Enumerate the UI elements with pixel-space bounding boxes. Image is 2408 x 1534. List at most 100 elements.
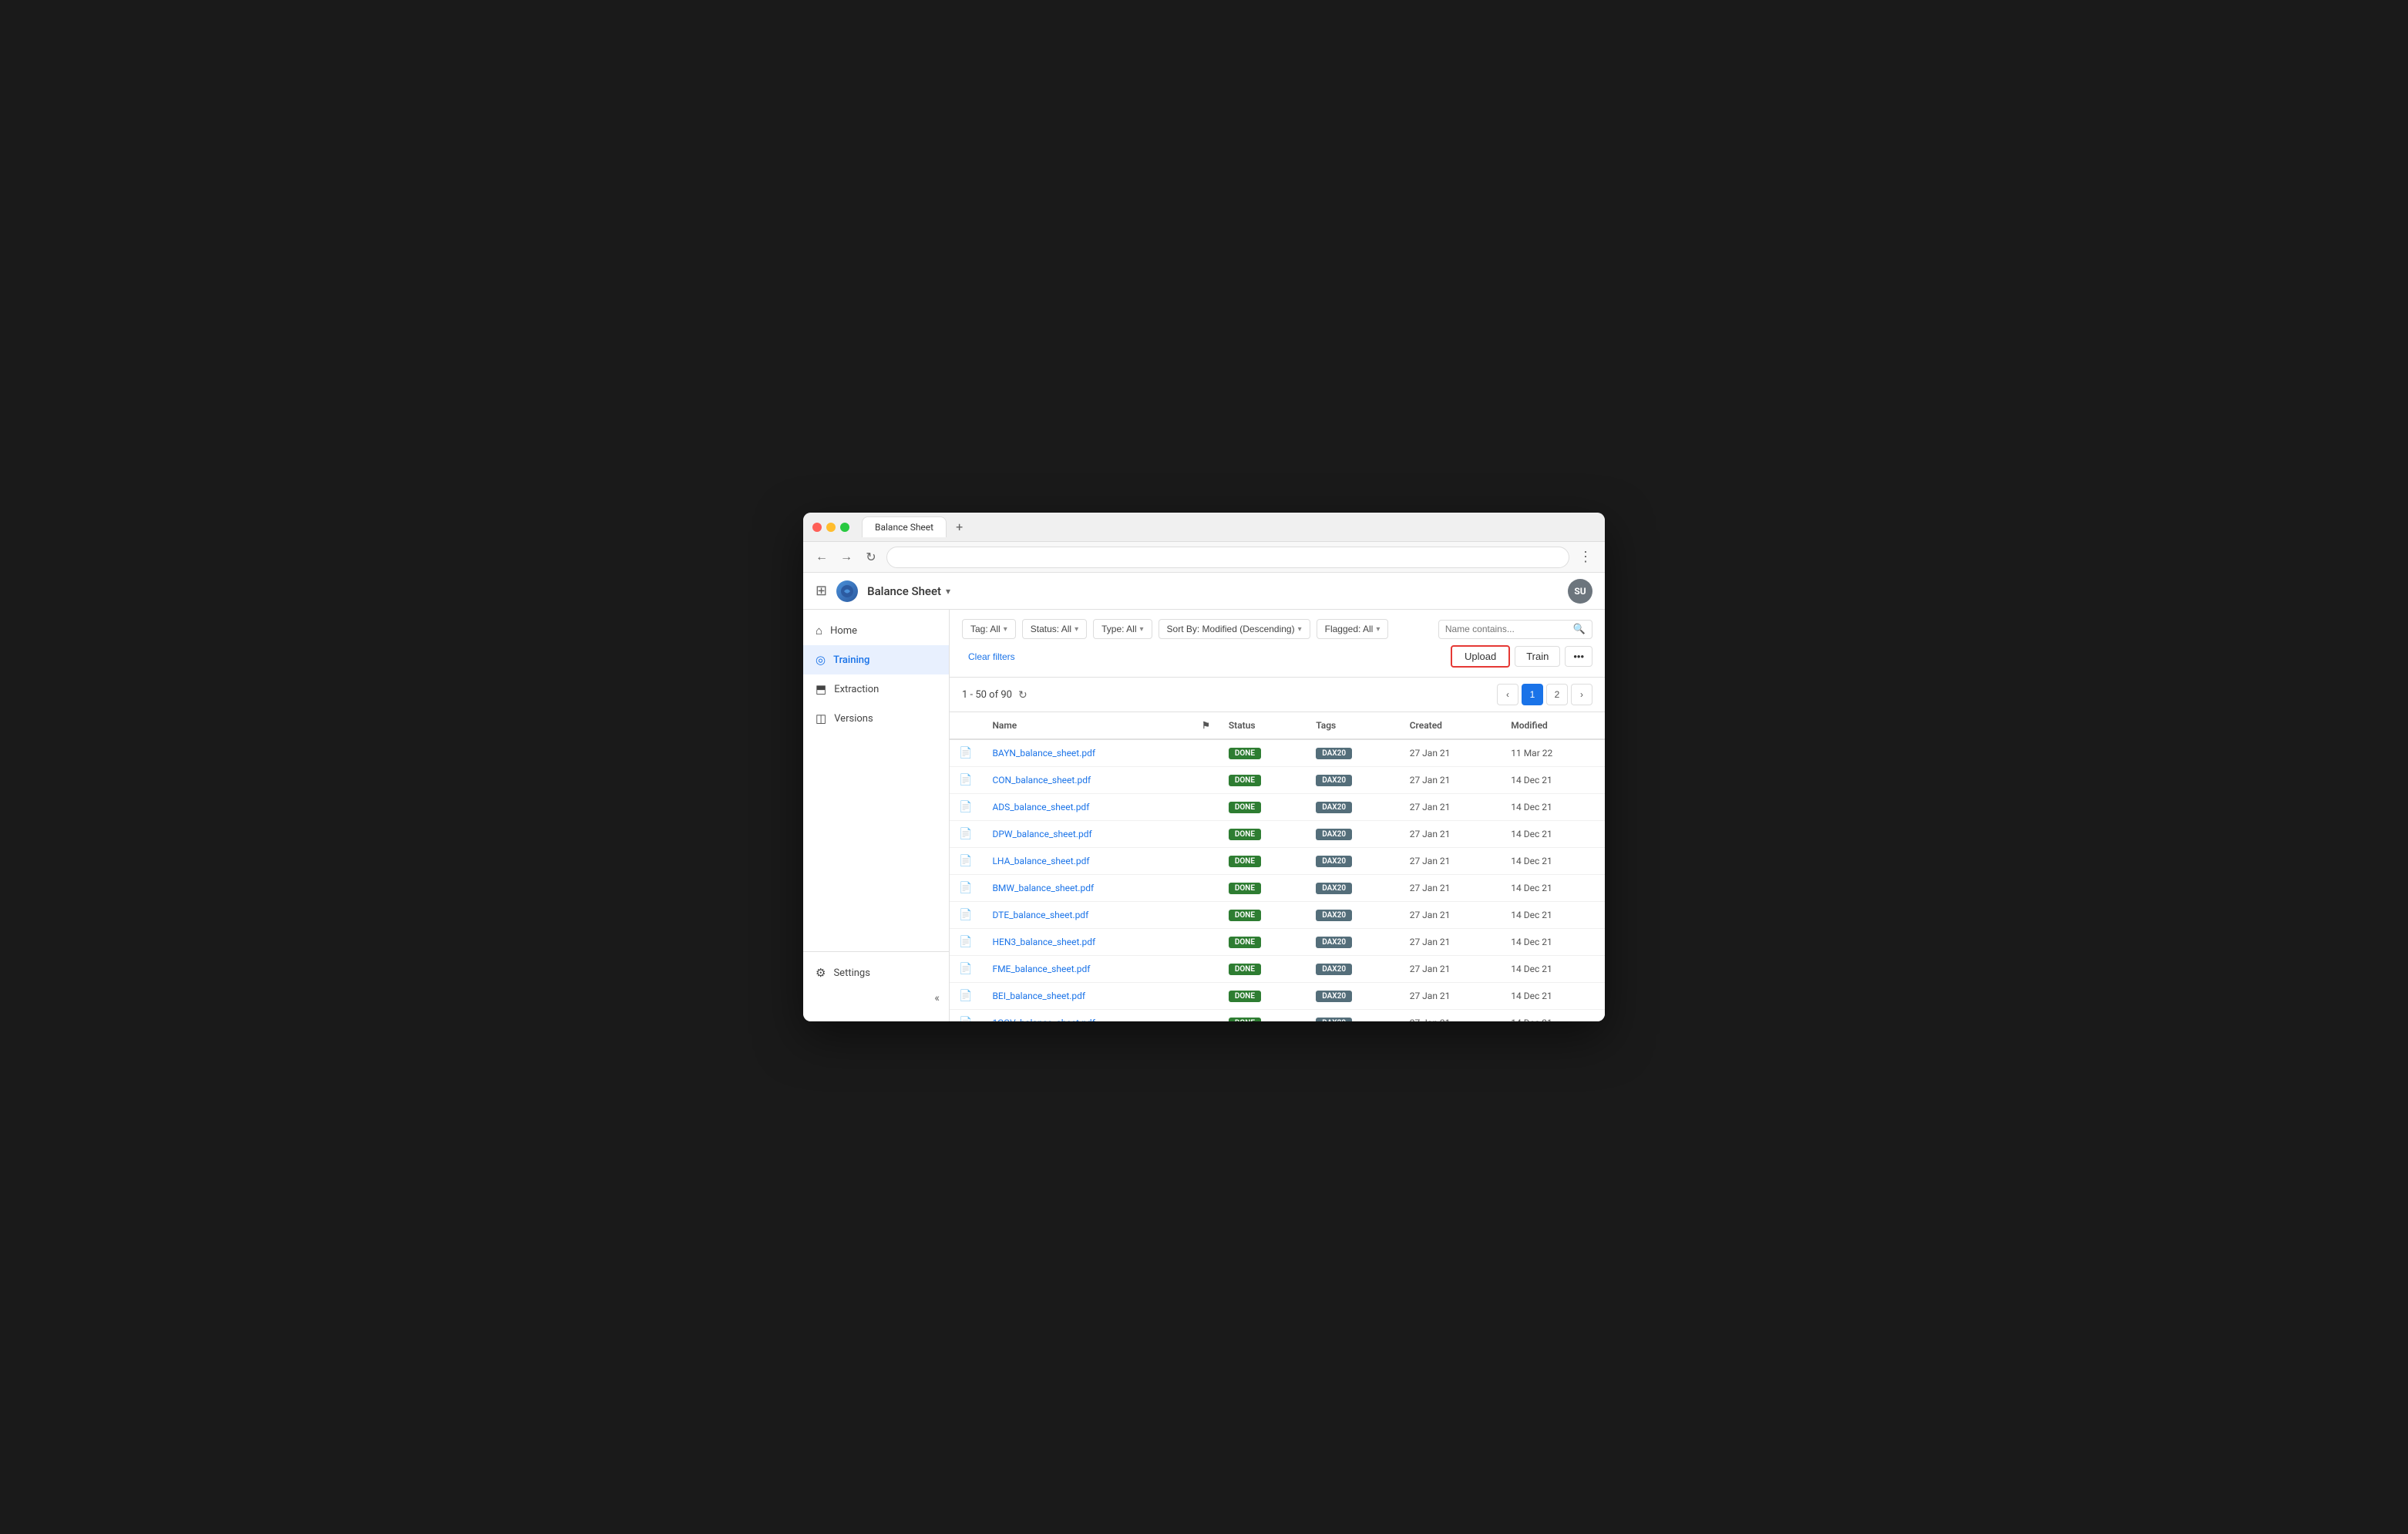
table-row: 📄 LHA_balance_sheet.pdf DONE DAX20 27 Ja… <box>950 848 1605 875</box>
pdf-icon: 📄 <box>959 1017 972 1021</box>
row-modified: 11 Mar 22 <box>1502 739 1605 767</box>
pagination-page2-button[interactable]: 2 <box>1546 684 1568 705</box>
status-badge: DONE <box>1229 991 1261 1002</box>
row-name[interactable]: DPW_balance_sheet.pdf <box>983 821 1192 848</box>
sidebar-collapse-button[interactable]: « <box>803 987 949 1009</box>
sidebar-item-training[interactable]: ◎ Training <box>803 645 949 674</box>
tab-label: Balance Sheet <box>875 522 933 533</box>
app-title-section[interactable]: Balance Sheet ▾ <box>867 584 950 598</box>
pagination-next-button[interactable]: › <box>1571 684 1592 705</box>
sidebar-item-home[interactable]: ⌂ Home <box>803 616 949 645</box>
browser-menu-button[interactable]: ⋮ <box>1576 549 1596 565</box>
row-tag: DAX20 <box>1307 821 1400 848</box>
file-link[interactable]: ADS_balance_sheet.pdf <box>992 802 1089 812</box>
back-button[interactable]: ← <box>812 548 831 567</box>
row-file-icon: 📄 <box>950 848 983 875</box>
row-file-icon: 📄 <box>950 929 983 956</box>
table-row: 📄 CON_balance_sheet.pdf DONE DAX20 27 Ja… <box>950 767 1605 794</box>
row-name[interactable]: LHA_balance_sheet.pdf <box>983 848 1192 875</box>
table-row: 📄 BAYN_balance_sheet.pdf DONE DAX20 27 J… <box>950 739 1605 767</box>
file-link[interactable]: DTE_balance_sheet.pdf <box>992 910 1088 920</box>
table-header-row: Name ⚑ Status Tags Created Modified <box>950 712 1605 739</box>
file-link[interactable]: FME_balance_sheet.pdf <box>992 964 1090 974</box>
file-link[interactable]: LHA_balance_sheet.pdf <box>992 856 1089 866</box>
table-row: 📄 DTE_balance_sheet.pdf DONE DAX20 27 Ja… <box>950 902 1605 929</box>
refresh-records-button[interactable]: ↻ <box>1018 688 1027 701</box>
train-button[interactable]: Train <box>1515 646 1560 667</box>
app-body: ⌂ Home ◎ Training ⬒ Extraction ◫ Version… <box>803 610 1605 1021</box>
col-modified[interactable]: Modified <box>1502 712 1605 739</box>
clear-filters-button[interactable]: Clear filters <box>962 648 1021 665</box>
row-name[interactable]: CON_balance_sheet.pdf <box>983 767 1192 794</box>
user-avatar[interactable]: SU <box>1568 579 1592 604</box>
app-grid-icon[interactable]: ⊞ <box>816 583 827 599</box>
pagination-page1-button[interactable]: 1 <box>1522 684 1543 705</box>
table-row: 📄 ADS_balance_sheet.pdf DONE DAX20 27 Ja… <box>950 794 1605 821</box>
tag-badge: DAX20 <box>1316 829 1352 840</box>
flagged-filter-button[interactable]: Flagged: All ▾ <box>1317 619 1389 639</box>
col-name[interactable]: Name <box>983 712 1192 739</box>
row-name[interactable]: BMW_balance_sheet.pdf <box>983 875 1192 902</box>
tag-badge: DAX20 <box>1316 748 1352 759</box>
row-tag: DAX20 <box>1307 983 1400 1010</box>
sidebar-item-settings[interactable]: ⚙ Settings <box>803 958 949 987</box>
row-modified: 14 Dec 21 <box>1502 848 1605 875</box>
row-name[interactable]: DTE_balance_sheet.pdf <box>983 902 1192 929</box>
row-file-icon: 📄 <box>950 821 983 848</box>
settings-icon: ⚙ <box>816 966 826 980</box>
pagination-prev-button[interactable]: ‹ <box>1497 684 1518 705</box>
row-name[interactable]: HEN3_balance_sheet.pdf <box>983 929 1192 956</box>
app-title: Balance Sheet <box>867 584 941 598</box>
tag-filter-button[interactable]: Tag: All ▾ <box>962 619 1016 639</box>
new-tab-button[interactable]: + <box>951 520 967 534</box>
row-name[interactable]: BAYN_balance_sheet.pdf <box>983 739 1192 767</box>
row-tag: DAX20 <box>1307 902 1400 929</box>
status-filter-button[interactable]: Status: All ▾ <box>1022 619 1087 639</box>
sidebar-item-versions[interactable]: ◫ Versions <box>803 704 949 733</box>
row-file-icon: 📄 <box>950 739 983 767</box>
sort-filter-button[interactable]: Sort By: Modified (Descending) ▾ <box>1159 619 1310 639</box>
row-name[interactable]: ADS_balance_sheet.pdf <box>983 794 1192 821</box>
row-created: 27 Jan 21 <box>1401 929 1502 956</box>
col-created[interactable]: Created <box>1401 712 1502 739</box>
sidebar-item-extraction-label: Extraction <box>834 684 879 695</box>
row-name[interactable]: FME_balance_sheet.pdf <box>983 956 1192 983</box>
file-link[interactable]: BAYN_balance_sheet.pdf <box>992 748 1095 759</box>
file-link[interactable]: 1COV_balance_sheet.pdf <box>992 1018 1095 1021</box>
minimize-window-button[interactable] <box>826 523 836 532</box>
row-flag <box>1192 767 1219 794</box>
row-flag <box>1192 956 1219 983</box>
row-name[interactable]: BEI_balance_sheet.pdf <box>983 983 1192 1010</box>
close-window-button[interactable] <box>812 523 822 532</box>
action-toolbar: 1 - 50 of 90 ↻ ‹ 1 2 › <box>950 678 1605 712</box>
table-row: 📄 BMW_balance_sheet.pdf DONE DAX20 27 Ja… <box>950 875 1605 902</box>
forward-button[interactable]: → <box>837 548 856 567</box>
row-file-icon: 📄 <box>950 875 983 902</box>
file-link[interactable]: DPW_balance_sheet.pdf <box>992 829 1091 839</box>
maximize-window-button[interactable] <box>840 523 849 532</box>
row-file-icon: 📄 <box>950 983 983 1010</box>
upload-button[interactable]: Upload <box>1451 645 1510 668</box>
type-filter-chevron-icon: ▾ <box>1140 625 1144 634</box>
type-filter-button[interactable]: Type: All ▾ <box>1093 619 1152 639</box>
browser-tab[interactable]: Balance Sheet <box>862 516 947 537</box>
file-link[interactable]: CON_balance_sheet.pdf <box>992 775 1091 786</box>
address-bar[interactable] <box>886 547 1569 568</box>
row-status: DONE <box>1219 739 1307 767</box>
row-name[interactable]: 1COV_balance_sheet.pdf <box>983 1010 1192 1022</box>
file-link[interactable]: HEN3_balance_sheet.pdf <box>992 937 1095 947</box>
search-input[interactable] <box>1445 624 1569 634</box>
home-icon: ⌂ <box>816 624 822 637</box>
col-tags[interactable]: Tags <box>1307 712 1400 739</box>
row-status: DONE <box>1219 929 1307 956</box>
filter-toolbar: Tag: All ▾ Status: All ▾ Type: All ▾ Sor… <box>950 610 1605 678</box>
file-link[interactable]: BMW_balance_sheet.pdf <box>992 883 1094 893</box>
sidebar-item-home-label: Home <box>830 625 857 637</box>
col-status[interactable]: Status <box>1219 712 1307 739</box>
refresh-button[interactable]: ↻ <box>862 548 880 567</box>
file-link[interactable]: BEI_balance_sheet.pdf <box>992 991 1085 1001</box>
sidebar-item-extraction[interactable]: ⬒ Extraction <box>803 674 949 704</box>
status-badge: DONE <box>1229 1018 1261 1021</box>
pdf-icon: 📄 <box>959 909 972 921</box>
more-options-button[interactable]: ••• <box>1565 646 1592 667</box>
